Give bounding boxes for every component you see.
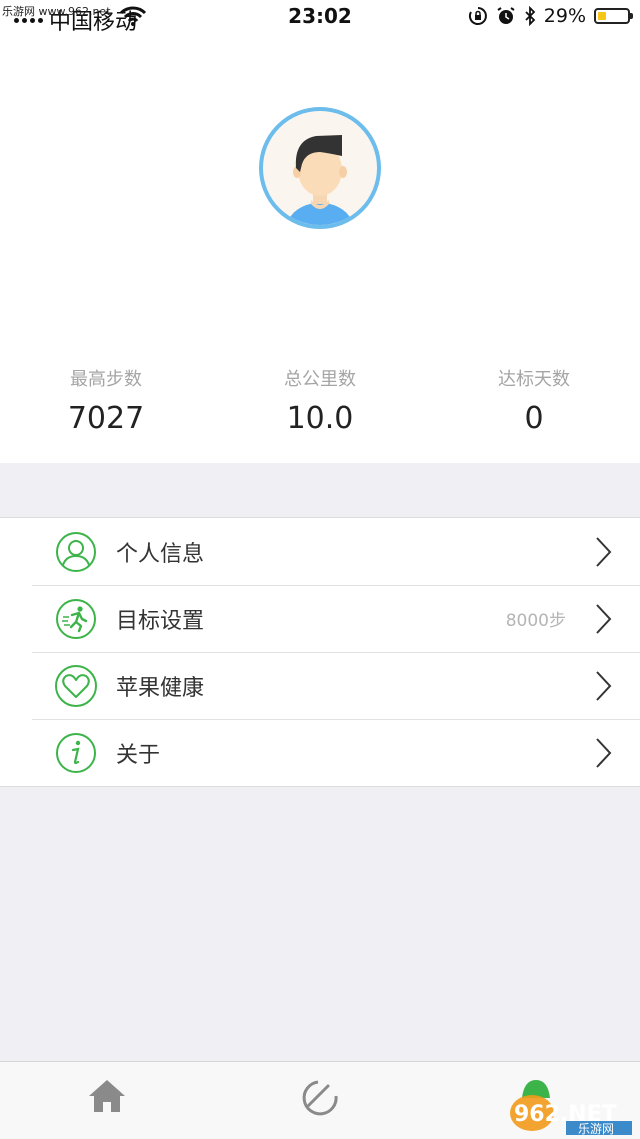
battery-percent: 29%	[543, 5, 586, 27]
sport-ring-icon	[302, 1080, 338, 1116]
chevron-right-icon	[596, 738, 612, 768]
info-icon	[56, 733, 96, 773]
stat-value: 10.0	[286, 401, 354, 436]
status-right-group: 29%	[468, 5, 633, 27]
menu-label: 目标设置	[116, 608, 205, 634]
goal-steps-value: 8000步	[505, 611, 566, 631]
watermark-logo: 962.NET 乐游网	[510, 1095, 632, 1135]
tab-sport[interactable]	[298, 1076, 342, 1124]
menu-item-about[interactable]: 关于	[0, 719, 640, 786]
alarm-icon	[497, 7, 515, 24]
menu-item-goal-settings[interactable]: 目标设置 8000步	[0, 585, 640, 652]
chevron-right-icon	[596, 604, 612, 634]
tab-bar: 962.NET 乐游网	[0, 1061, 640, 1139]
home-icon	[89, 1080, 125, 1112]
stat-label: 达标天数	[498, 369, 570, 390]
stat-total-km: 总公里数 10.0	[220, 365, 420, 436]
stats-row: 最高步数 7027 总公里数 10.0 达标天数 0	[0, 365, 640, 445]
stat-value: 7027	[67, 401, 145, 436]
settings-menu: 个人信息 目标设置 8000步 苹果健康 关于	[0, 517, 640, 787]
battery-fill	[598, 12, 606, 20]
stat-label: 总公里数	[284, 369, 356, 390]
orientation-lock-icon	[468, 7, 487, 25]
stat-max-steps: 最高步数 7027	[6, 365, 206, 436]
stat-goal-days: 达标天数 0	[434, 365, 634, 436]
watermark-sub: 乐游网	[578, 1122, 614, 1135]
chevron-right-icon	[596, 671, 612, 701]
heart-icon	[55, 665, 97, 707]
profile-header: 最高步数 7027 总公里数 10.0 达标天数 0	[0, 40, 640, 463]
stat-label: 最高步数	[70, 369, 142, 390]
battery-icon	[594, 8, 633, 24]
menu-item-apple-health[interactable]: 苹果健康	[0, 652, 640, 719]
menu-label: 苹果健康	[116, 675, 205, 701]
tab-home[interactable]	[86, 1076, 128, 1120]
person-icon	[56, 532, 96, 572]
avatar[interactable]	[258, 106, 382, 230]
menu-item-personal-info[interactable]: 个人信息	[0, 518, 640, 585]
user-avatar-icon	[259, 107, 381, 229]
chevron-right-icon	[596, 537, 612, 567]
menu-label: 关于	[116, 742, 161, 768]
status-bar: 中国移动 乐游网 www.962.net 23:02 29%	[0, 0, 640, 40]
running-icon	[56, 599, 96, 639]
menu-label: 个人信息	[116, 541, 205, 567]
stat-value: 0	[524, 401, 544, 436]
bluetooth-icon	[525, 6, 536, 26]
